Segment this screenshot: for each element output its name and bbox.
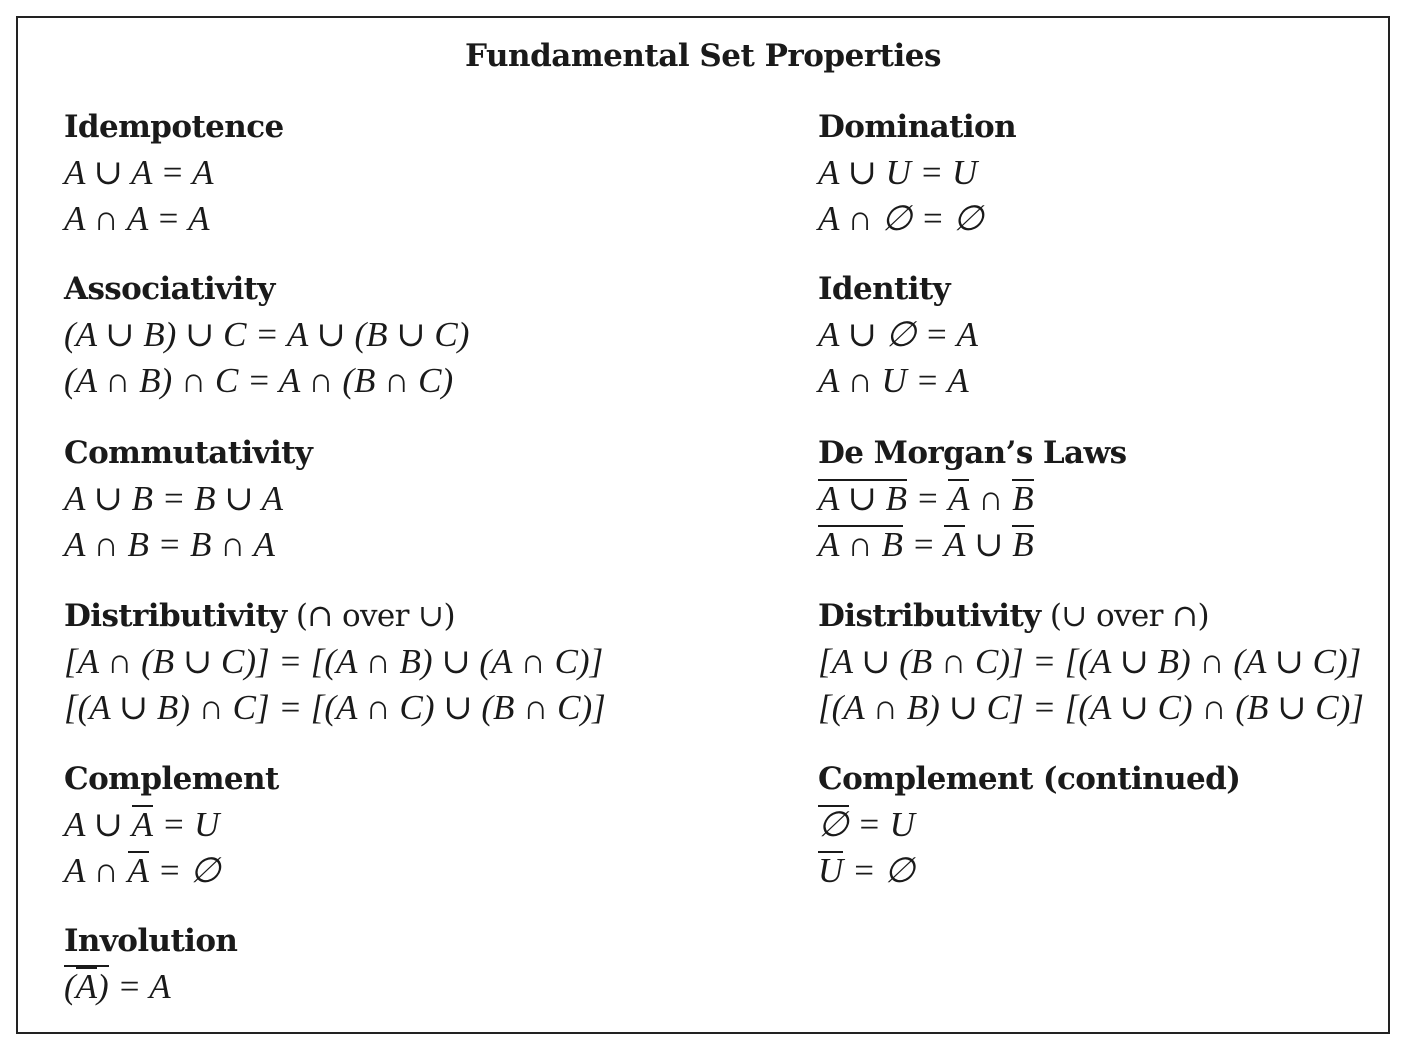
equation: A ∩ B = B ∩ A — [64, 525, 275, 564]
section-heading: Domination — [818, 109, 1017, 145]
section-complement: Complement A ∪ A = U A ∩ A = ∅ — [64, 756, 279, 894]
heading-qualifier: (∩ over ∪) — [286, 598, 456, 634]
heading-main: Distributivity — [818, 598, 1041, 634]
page-title: Fundamental Set Properties — [465, 38, 941, 74]
section-complement-continued: Complement (continued) ∅ = U U = ∅ — [818, 756, 1241, 894]
equation: A ∪ ∅ = A — [818, 315, 978, 354]
section-heading: Distributivity (∩ over ∪) — [64, 593, 606, 639]
complement-bar: A ∪ B — [818, 479, 907, 518]
equation: [A ∩ (B ∪ C)] = [(A ∩ B) ∪ (A ∩ C)] — [64, 642, 604, 681]
section-distributivity-intersection-over-union: Distributivity (∩ over ∪) [A ∩ (B ∪ C)] … — [64, 593, 606, 731]
equation: (A) = A — [64, 964, 237, 1010]
equation: A ∩ U = A — [818, 361, 969, 400]
equation-part: = U — [848, 805, 915, 844]
complement-bar: (A) — [64, 965, 109, 1005]
equation-part: = — [902, 525, 945, 564]
equation-part: A ∪ — [64, 805, 132, 844]
equation-part: ∩ — [969, 479, 1013, 518]
complement-bar: A — [127, 851, 149, 890]
section-heading: De Morgan’s Laws — [818, 435, 1127, 471]
section-heading: Complement — [64, 761, 279, 797]
equation: A ∪ B = B ∪ A — [64, 479, 284, 518]
equation-part: = A — [108, 967, 171, 1006]
section-heading: Identity — [818, 271, 951, 307]
section-associativity: Associativity (A ∪ B) ∪ C = A ∪ (B ∪ C) … — [64, 266, 469, 404]
equation-part: ∪ — [965, 525, 1013, 564]
equation: A ∪ U = U — [818, 153, 978, 192]
equation: A ∪ A = U — [64, 802, 279, 848]
section-heading: Distributivity (∪ over ∩) — [818, 593, 1364, 639]
section-heading: Complement (continued) — [818, 761, 1241, 797]
equation: A ∩ A = ∅ — [64, 848, 279, 894]
equation-part: ( — [64, 967, 76, 1006]
equation-part: A ∩ — [64, 851, 128, 890]
complement-bar: B — [1012, 525, 1034, 564]
equation-part: = U — [152, 805, 220, 844]
equation-part: = — [906, 479, 949, 518]
complement-bar: A — [948, 479, 970, 518]
section-heading: Idempotence — [64, 109, 284, 145]
equation: ∅ = U — [818, 802, 1240, 848]
equation: (A ∩ B) ∩ C = A ∩ (B ∩ C) — [64, 361, 454, 400]
section-heading: Involution — [64, 923, 238, 959]
complement-bar: ∅ — [818, 805, 849, 844]
equation-part: = ∅ — [843, 851, 915, 890]
equation: U = ∅ — [818, 848, 1240, 894]
equation: (A ∪ B) ∪ C = A ∪ (B ∪ C) — [64, 315, 470, 354]
equation-part: ) — [97, 967, 109, 1006]
equation-part: = ∅ — [148, 851, 221, 890]
section-heading: Associativity — [64, 271, 275, 307]
section-distributivity-union-over-intersection: Distributivity (∪ over ∩) [A ∪ (B ∩ C)] … — [818, 593, 1364, 731]
equation: [(A ∪ B) ∩ C] = [(A ∩ C) ∪ (B ∩ C)] — [64, 688, 606, 727]
complement-bar: B — [1012, 479, 1034, 518]
heading-qualifier: (∪ over ∩) — [1040, 598, 1210, 634]
complement-bar: A — [944, 525, 966, 564]
complement-bar: A ∩ B — [818, 525, 903, 564]
equation: A ∪ B = A ∩ B — [818, 476, 1126, 522]
section-involution: Involution (A) = A — [64, 918, 238, 1010]
equation: A ∪ A = A — [64, 153, 214, 192]
section-idempotence: Idempotence A ∪ A = A A ∩ A = A — [64, 104, 284, 242]
equation: [A ∪ (B ∩ C)] = [(A ∪ B) ∩ (A ∪ C)] — [818, 642, 1362, 681]
section-de-morgans-laws: De Morgan’s Laws A ∪ B = A ∩ B A ∩ B = A… — [818, 430, 1127, 568]
section-heading: Commutativity — [64, 435, 313, 471]
heading-main: Distributivity — [64, 598, 287, 634]
equation: [(A ∩ B) ∪ C] = [(A ∪ C) ∩ (B ∪ C)] — [818, 688, 1364, 727]
equation: A ∩ B = A ∪ B — [818, 522, 1126, 568]
equation: A ∩ A = A — [64, 199, 210, 238]
section-identity: Identity A ∪ ∅ = A A ∩ U = A — [818, 266, 978, 404]
complement-bar: A — [131, 805, 153, 844]
equation: A ∩ ∅ = ∅ — [818, 199, 984, 238]
properties-table-frame: Fundamental Set Properties Idempotence A… — [16, 16, 1390, 1034]
section-commutativity: Commutativity A ∪ B = B ∪ A A ∩ B = B ∩ … — [64, 430, 313, 568]
complement-bar: A — [75, 967, 98, 1006]
complement-bar: U — [818, 851, 844, 890]
section-domination: Domination A ∪ U = U A ∩ ∅ = ∅ — [818, 104, 1017, 242]
